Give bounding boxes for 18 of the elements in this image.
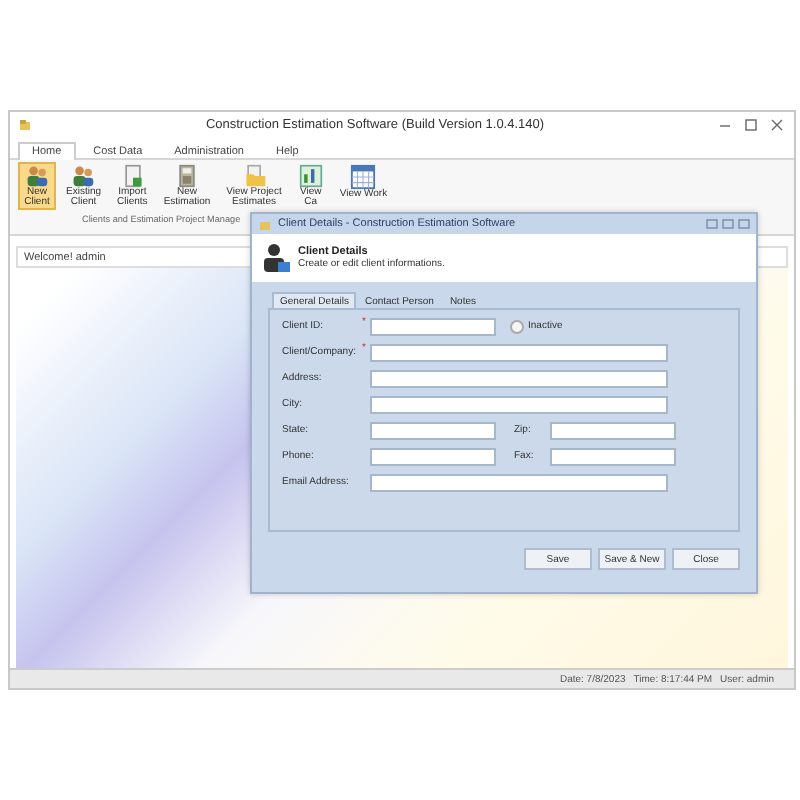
- window-controls-icon[interactable]: [706, 218, 750, 230]
- person-icon: [262, 242, 290, 274]
- window-controls-icon[interactable]: [718, 118, 786, 132]
- people-icon: [24, 164, 50, 188]
- app-icon: [258, 217, 272, 231]
- input-field[interactable]: [550, 447, 676, 465]
- input-field[interactable]: [370, 473, 668, 491]
- input-field[interactable]: [370, 447, 496, 465]
- input-field[interactable]: [550, 421, 676, 439]
- input-field[interactable]: [370, 317, 496, 335]
- input-field[interactable]: [370, 369, 668, 387]
- checkbox[interactable]: [510, 319, 524, 333]
- input-field[interactable]: [370, 395, 668, 413]
- chart-icon: [297, 164, 324, 188]
- people-icon: [70, 164, 97, 188]
- input-field[interactable]: [370, 421, 496, 439]
- app-icon: [18, 118, 32, 132]
- input-field[interactable]: [370, 343, 668, 361]
